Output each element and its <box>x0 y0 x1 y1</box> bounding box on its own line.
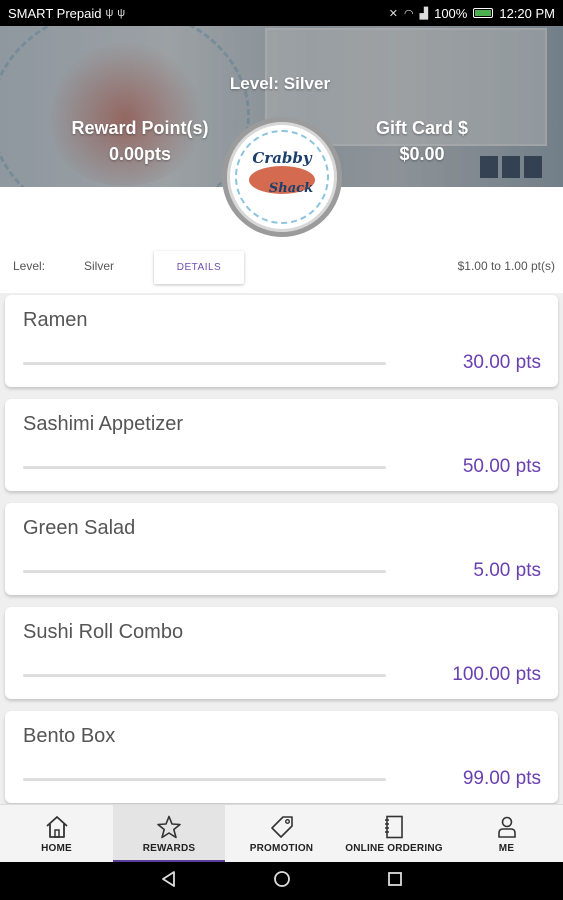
signal-icon: ▟ <box>419 7 429 20</box>
star-icon <box>154 814 184 840</box>
wifi-icon: ◠ <box>404 7 414 20</box>
reward-card[interactable]: Ramen 30.00 pts <box>5 295 558 387</box>
gift-card-label: Gift Card $ <box>375 118 468 138</box>
rewards-content: Level: Silver DETAILS $1.00 to 1.00 pt(s… <box>0 187 563 804</box>
clock: 12:20 PM <box>499 5 555 21</box>
system-navigation-bar <box>0 862 563 900</box>
level-label: Level: <box>13 259 46 273</box>
reward-progress-bar <box>23 674 386 677</box>
reward-points: 50.00 pts <box>462 456 541 477</box>
reward-name: Ramen <box>23 309 88 331</box>
reward-name: Sushi Roll Combo <box>23 621 184 643</box>
reward-points: 100.00 pts <box>452 664 541 685</box>
reward-card[interactable]: Sashimi Appetizer 50.00 pts <box>5 399 558 491</box>
carrier-label: SMART Prepaid <box>8 5 102 21</box>
reward-progress-bar <box>23 362 386 365</box>
nav-me[interactable]: ME <box>450 805 563 863</box>
reward-points: 5.00 pts <box>473 560 541 581</box>
reward-progress-bar <box>23 466 386 469</box>
reward-points: 30.00 pts <box>462 352 541 373</box>
level-title: Level: Silver <box>229 74 331 93</box>
notebook-icon <box>379 814 409 840</box>
status-bar: SMART Prepaid ψ ψ ✕ ◠ ▟ 100% 12:20 PM <box>0 0 563 26</box>
restaurant-logo: Crabby Shack <box>222 117 342 237</box>
nav-rewards[interactable]: REWARDS <box>113 805 225 863</box>
home-circle-icon[interactable] <box>273 870 291 893</box>
person-icon <box>492 814 522 840</box>
usb-icon: ψ <box>117 7 126 19</box>
reward-progress-bar <box>23 570 386 573</box>
reward-card[interactable]: Green Salad 5.00 pts <box>5 503 558 595</box>
home-icon <box>42 814 72 840</box>
nav-online-ordering[interactable]: ONLINE ORDERING <box>338 805 450 863</box>
reward-points-label: Reward Point(s) <box>71 118 209 138</box>
tag-icon <box>267 814 297 840</box>
level-value: Silver <box>84 259 115 273</box>
mute-icon: ✕ <box>388 7 399 20</box>
reward-card[interactable]: Bento Box 99.00 pts <box>5 711 558 803</box>
reward-progress-bar <box>23 778 386 781</box>
recents-icon[interactable] <box>386 870 404 893</box>
reward-name: Bento Box <box>23 725 116 747</box>
details-button[interactable]: DETAILS <box>154 251 244 284</box>
reward-card[interactable]: Sushi Roll Combo 100.00 pts <box>5 607 558 699</box>
reward-points: 99.00 pts <box>462 768 541 789</box>
battery-percent: 100% <box>434 5 468 21</box>
reward-name: Green Salad <box>23 517 136 539</box>
bottom-navigation: HOME REWARDS PROMOTION ONLINE ORDERING M… <box>0 804 563 863</box>
reward-name: Sashimi Appetizer <box>23 413 184 435</box>
nav-promotion[interactable]: PROMOTION <box>225 805 338 863</box>
battery-icon <box>473 8 494 18</box>
reward-points-value: 0.00pts <box>108 144 172 164</box>
points-rate: $1.00 to 1.00 pt(s) <box>457 259 555 273</box>
gift-card-value: $0.00 <box>399 144 445 164</box>
usb-icon: ψ <box>105 7 114 19</box>
nav-home[interactable]: HOME <box>0 805 113 863</box>
back-icon[interactable] <box>160 870 178 893</box>
